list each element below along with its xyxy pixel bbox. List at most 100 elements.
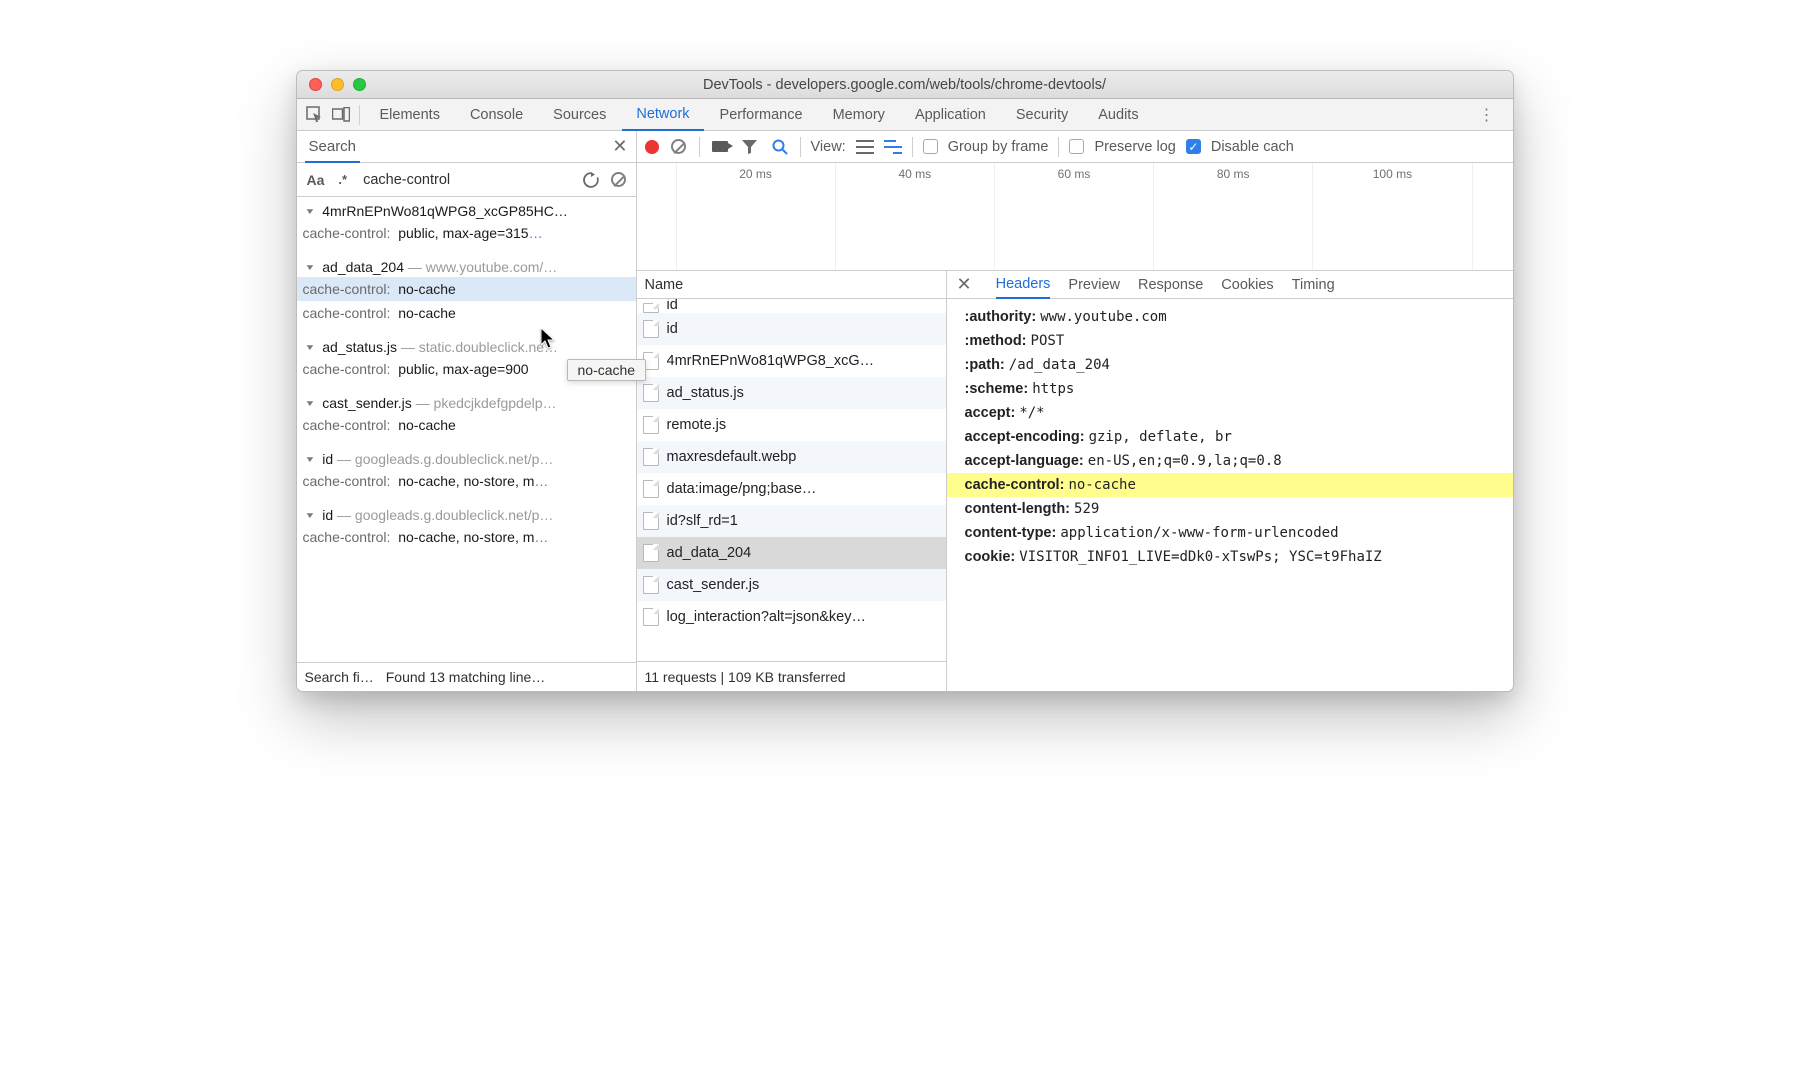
request-name: log_interaction?alt=json&key… — [667, 609, 867, 625]
search-result-match[interactable]: cache-control: no-cache — [297, 301, 636, 325]
file-icon — [643, 544, 659, 562]
content-area: Search ✕ Aa .* ▼ 4mrRnEPnWo81qWPG8_xcGP8… — [297, 131, 1513, 691]
header-row: :path: /ad_data_204 — [947, 353, 1513, 377]
tab-security[interactable]: Security — [1002, 99, 1082, 130]
request-row[interactable]: remote.js — [637, 409, 946, 441]
tab-console[interactable]: Console — [456, 99, 537, 130]
search-icon[interactable] — [770, 137, 790, 157]
search-result-match[interactable]: cache-control: no-cache — [297, 277, 636, 301]
search-result-file[interactable]: ▼ cast_sender.js — pkedcjkdefgpdelp… — [297, 389, 636, 413]
request-row[interactable]: cast_sender.js — [637, 569, 946, 601]
details-tab-headers[interactable]: Headers — [996, 272, 1051, 299]
filter-icon[interactable] — [740, 137, 760, 157]
clear-button[interactable] — [669, 137, 689, 157]
details-tab-response[interactable]: Response — [1138, 271, 1203, 298]
request-row[interactable]: id — [637, 313, 946, 345]
search-result-file[interactable]: ▼ 4mrRnEPnWo81qWPG8_xcGP85HC… — [297, 197, 636, 221]
timeline-tick: 20 ms — [677, 163, 836, 270]
request-row[interactable]: ad_status.js — [637, 377, 946, 409]
details-tab-preview[interactable]: Preview — [1068, 271, 1120, 298]
separator — [359, 105, 360, 125]
search-result-match[interactable]: cache-control: no-cache — [297, 413, 636, 437]
network-panel: View: Group by frame Preserve log ✓ Disa… — [637, 131, 1513, 691]
refresh-search-icon[interactable] — [580, 169, 602, 191]
network-split: Name idid 4mrRnEPnWo81qWPG8_xcG… ad_status… — [637, 271, 1513, 691]
header-row: cookie: VISITOR_INFO1_LIVE=dDk0-xTswPs; … — [947, 545, 1513, 569]
search-result-match[interactable]: cache-control: no-cache, no-store, m… — [297, 525, 636, 549]
request-row[interactable]: id?slf_rd=1 — [637, 505, 946, 537]
close-search-icon[interactable]: ✕ — [612, 136, 627, 157]
capture-screenshots-icon[interactable] — [710, 137, 730, 157]
request-row[interactable]: data:image/png;base… — [637, 473, 946, 505]
preserve-log-label: Preserve log — [1094, 139, 1175, 155]
tab-performance[interactable]: Performance — [706, 99, 817, 130]
tab-network[interactable]: Network — [622, 100, 703, 131]
request-name: cast_sender.js — [667, 577, 760, 593]
search-panel-title: Search — [305, 132, 361, 163]
search-footer-right: Found 13 matching line… — [386, 669, 546, 685]
tab-audits[interactable]: Audits — [1084, 99, 1152, 130]
file-icon — [643, 320, 659, 338]
close-details-icon[interactable]: ✕ — [957, 274, 978, 295]
file-icon — [643, 384, 659, 402]
search-results: ▼ 4mrRnEPnWo81qWPG8_xcGP85HC…cache-contr… — [297, 197, 636, 662]
search-result-match[interactable]: cache-control: no-cache, no-store, m… — [297, 469, 636, 493]
tab-memory[interactable]: Memory — [819, 99, 899, 130]
disable-cache-checkbox[interactable]: ✓ — [1186, 139, 1201, 154]
details-tab-timing[interactable]: Timing — [1292, 271, 1335, 298]
request-row[interactable]: id — [637, 299, 946, 313]
tab-sources[interactable]: Sources — [539, 99, 620, 130]
preserve-log-checkbox[interactable] — [1069, 139, 1084, 154]
view-waterfall-icon[interactable] — [884, 140, 902, 154]
more-menu-icon[interactable]: ⋮ — [1469, 105, 1507, 125]
titlebar: DevTools - developers.google.com/web/too… — [297, 71, 1513, 99]
requests-summary: 11 requests | 109 KB transferred — [637, 661, 946, 691]
search-input-row: Aa .* — [297, 163, 636, 197]
file-icon — [643, 608, 659, 626]
header-row: accept-language: en-US,en;q=0.9,la;q=0.8 — [947, 449, 1513, 473]
match-case-toggle[interactable]: Aa — [303, 170, 329, 190]
inspect-icon[interactable] — [303, 103, 327, 127]
search-result-file[interactable]: ▼ ad_data_204 — www.youtube.com/… — [297, 253, 636, 277]
request-row[interactable]: ad_data_204 — [637, 537, 946, 569]
search-footer: Search fi… Found 13 matching line… — [297, 662, 636, 691]
request-name: data:image/png;base… — [667, 481, 817, 497]
view-list-icon[interactable] — [856, 140, 874, 154]
tab-application[interactable]: Application — [901, 99, 1000, 130]
headers-body: :authority: www.youtube.com:method: POST… — [947, 299, 1513, 691]
header-row: content-length: 529 — [947, 497, 1513, 521]
search-footer-left: Search fi… — [305, 669, 374, 685]
search-result-file[interactable]: ▼ ad_status.js — static.doubleclick.ne… — [297, 333, 636, 357]
header-row: accept: */* — [947, 401, 1513, 425]
details-tabs: ✕ Headers Preview Response Cookies Timing — [947, 271, 1513, 299]
search-result-file[interactable]: ▼ id — googleads.g.doubleclick.net/p… — [297, 501, 636, 525]
clear-search-icon[interactable] — [608, 169, 630, 191]
search-panel: Search ✕ Aa .* ▼ 4mrRnEPnWo81qWPG8_xcGP8… — [297, 131, 637, 691]
device-mode-icon[interactable] — [329, 103, 353, 127]
search-panel-header: Search ✕ — [297, 131, 636, 163]
record-button[interactable] — [645, 140, 659, 154]
timeline-overview[interactable]: 20 ms40 ms60 ms80 ms100 ms — [637, 163, 1513, 271]
regex-toggle[interactable]: .* — [334, 170, 351, 189]
request-name: id — [667, 299, 678, 313]
search-result-match[interactable]: cache-control: public, max-age=315… — [297, 221, 636, 245]
request-row[interactable]: 4mrRnEPnWo81qWPG8_xcG… — [637, 345, 946, 377]
tab-elements[interactable]: Elements — [366, 99, 454, 130]
requests-list: Name idid 4mrRnEPnWo81qWPG8_xcG… ad_status… — [637, 271, 947, 691]
header-row: accept-encoding: gzip, deflate, br — [947, 425, 1513, 449]
request-row[interactable]: log_interaction?alt=json&key… — [637, 601, 946, 633]
panel-tabstrip: ElementsConsoleSourcesNetworkPerformance… — [297, 99, 1513, 131]
search-result-file[interactable]: ▼ id — googleads.g.doubleclick.net/p… — [297, 445, 636, 469]
group-by-frame-checkbox[interactable] — [923, 139, 938, 154]
file-icon — [643, 480, 659, 498]
file-icon — [643, 303, 659, 313]
request-name: 4mrRnEPnWo81qWPG8_xcG… — [667, 353, 875, 369]
request-name: ad_status.js — [667, 385, 744, 401]
header-row: :scheme: https — [947, 377, 1513, 401]
request-row[interactable]: maxresdefault.webp — [637, 441, 946, 473]
search-input[interactable] — [357, 168, 573, 192]
request-name: ad_data_204 — [667, 545, 752, 561]
requests-column-name[interactable]: Name — [637, 271, 946, 299]
details-tab-cookies[interactable]: Cookies — [1221, 271, 1273, 298]
window-title: DevTools - developers.google.com/web/too… — [297, 77, 1513, 93]
